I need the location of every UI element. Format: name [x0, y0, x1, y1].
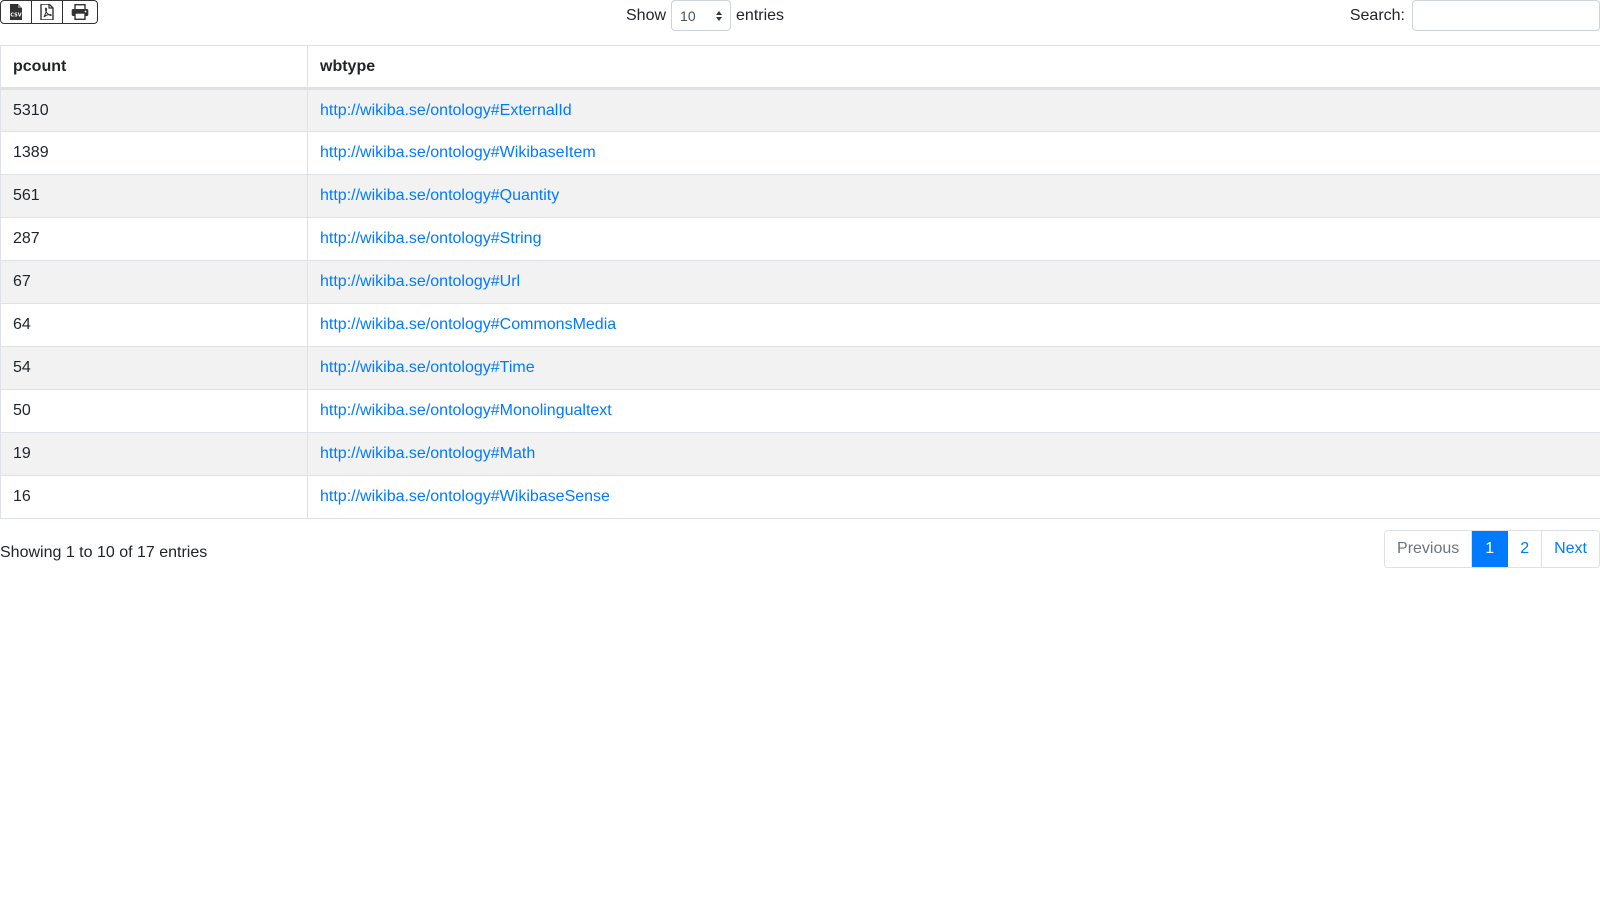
- search-control: Search:: [1350, 0, 1600, 31]
- entries-per-page-select[interactable]: 10: [671, 0, 732, 31]
- pdf-file-icon: [40, 4, 54, 20]
- print-button[interactable]: [63, 1, 97, 23]
- table-row: 50 http://wikiba.se/ontology#Monolingual…: [0, 389, 1600, 433]
- entries-per-page-value: 10: [680, 7, 696, 24]
- wbtype-link[interactable]: http://wikiba.se/ontology#Url: [320, 273, 520, 290]
- table-row: 16 http://wikiba.se/ontology#WikibaseSen…: [0, 475, 1600, 519]
- table-info: Showing 1 to 10 of 17 entries: [0, 544, 208, 561]
- wbtype-cell: http://wikiba.se/ontology#ExternalId: [307, 88, 1600, 132]
- wbtype-cell: http://wikiba.se/ontology#Time: [307, 346, 1600, 390]
- wbtype-cell: http://wikiba.se/ontology#String: [307, 217, 1600, 261]
- wbtype-cell: http://wikiba.se/ontology#Monolingualtex…: [307, 389, 1600, 433]
- table-header-row: pcount wbtype: [0, 45, 1600, 90]
- table-row: 64 http://wikiba.se/ontology#CommonsMedi…: [0, 303, 1600, 347]
- wbtype-link[interactable]: http://wikiba.se/ontology#CommonsMedia: [320, 316, 616, 333]
- table-row: 54 http://wikiba.se/ontology#Time: [0, 346, 1600, 390]
- entries-label: entries: [736, 6, 785, 24]
- pcount-cell: 64: [0, 303, 308, 347]
- wbtype-link[interactable]: http://wikiba.se/ontology#ExternalId: [320, 102, 572, 119]
- wbtype-link[interactable]: http://wikiba.se/ontology#Quantity: [320, 187, 559, 204]
- wbtype-link[interactable]: http://wikiba.se/ontology#Math: [320, 445, 535, 462]
- select-arrows-icon: [716, 10, 723, 21]
- pcount-cell: 67: [0, 260, 308, 304]
- previous-page-button[interactable]: Previous: [1385, 531, 1473, 567]
- wbtype-cell: http://wikiba.se/ontology#CommonsMedia: [307, 303, 1600, 347]
- datatable-page: CSV Show 10 entries Search: pcount wbtyp…: [0, 0, 1600, 900]
- pcount-cell: 561: [0, 174, 308, 218]
- wbtype-cell: http://wikiba.se/ontology#WikibaseItem: [307, 131, 1600, 175]
- table-row: 67 http://wikiba.se/ontology#Url: [0, 260, 1600, 304]
- pdf-export-button[interactable]: [32, 1, 63, 23]
- pcount-cell: 54: [0, 346, 308, 390]
- table-row: 19 http://wikiba.se/ontology#Math: [0, 432, 1600, 476]
- wbtype-link[interactable]: http://wikiba.se/ontology#Time: [320, 359, 535, 376]
- entries-length-control: Show 10 entries: [626, 0, 784, 31]
- wbtype-link[interactable]: http://wikiba.se/ontology#WikibaseSense: [320, 488, 610, 505]
- table-row: 5310 http://wikiba.se/ontology#ExternalI…: [0, 88, 1600, 132]
- column-header-wbtype[interactable]: wbtype: [307, 45, 1600, 90]
- data-table-wrapper: pcount wbtype 5310 http://wikiba.se/onto…: [0, 45, 1600, 519]
- pcount-cell: 16: [0, 475, 308, 519]
- wbtype-cell: http://wikiba.se/ontology#Math: [307, 432, 1600, 476]
- print-icon: [71, 4, 89, 20]
- pcount-cell: 1389: [0, 131, 308, 175]
- wbtype-link[interactable]: http://wikiba.se/ontology#String: [320, 230, 541, 247]
- svg-text:CSV: CSV: [10, 13, 21, 19]
- pcount-cell: 5310: [0, 88, 308, 132]
- show-label: Show: [626, 6, 667, 24]
- wbtype-link[interactable]: http://wikiba.se/ontology#Monolingualtex…: [320, 402, 612, 419]
- wbtype-cell: http://wikiba.se/ontology#WikibaseSense: [307, 475, 1600, 519]
- csv-file-icon: CSV: [9, 4, 23, 20]
- table-toolbar: CSV Show 10 entries Search:: [0, 0, 1600, 44]
- pcount-cell: 287: [0, 217, 308, 261]
- csv-export-button[interactable]: CSV: [1, 1, 32, 23]
- search-input[interactable]: [1412, 0, 1600, 31]
- export-button-group: CSV: [0, 0, 98, 24]
- page-1-button[interactable]: 1: [1472, 531, 1509, 567]
- wbtype-cell: http://wikiba.se/ontology#Quantity: [307, 174, 1600, 218]
- pcount-cell: 19: [0, 432, 308, 476]
- wbtype-cell: http://wikiba.se/ontology#Url: [307, 260, 1600, 304]
- wbtype-link[interactable]: http://wikiba.se/ontology#WikibaseItem: [320, 144, 596, 161]
- search-label: Search:: [1349, 6, 1405, 24]
- pagination: Previous 1 2 Next: [1384, 530, 1600, 568]
- data-table: pcount wbtype 5310 http://wikiba.se/onto…: [0, 45, 1600, 519]
- page-2-button[interactable]: 2: [1508, 531, 1543, 567]
- pcount-cell: 50: [0, 389, 308, 433]
- table-row: 561 http://wikiba.se/ontology#Quantity: [0, 174, 1600, 218]
- next-page-button[interactable]: Next: [1542, 531, 1599, 567]
- table-row: 1389 http://wikiba.se/ontology#WikibaseI…: [0, 131, 1600, 175]
- table-row: 287 http://wikiba.se/ontology#String: [0, 217, 1600, 261]
- column-header-pcount[interactable]: pcount: [0, 45, 308, 90]
